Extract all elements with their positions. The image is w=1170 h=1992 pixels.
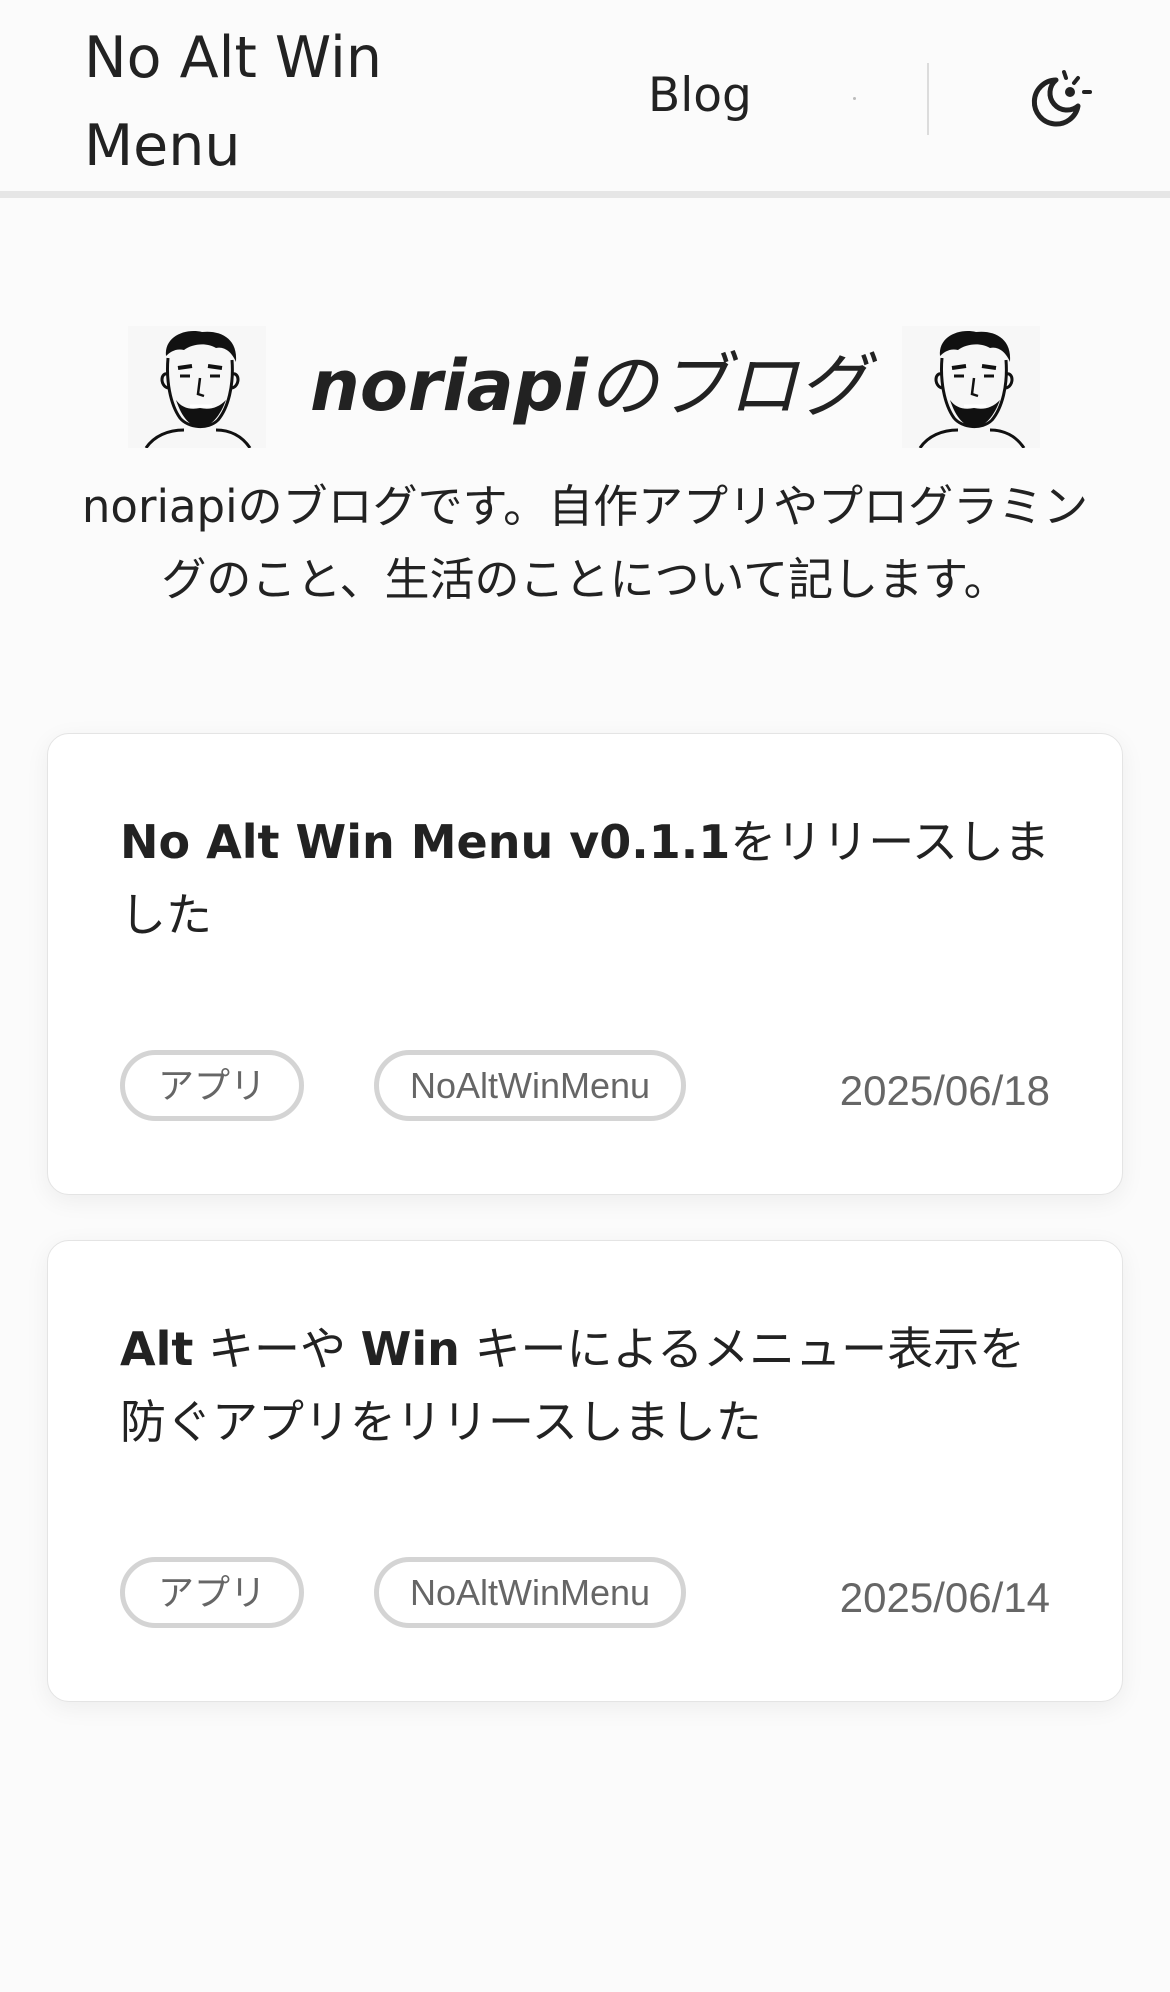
post-title[interactable]: No Alt Win Menu v0.1.1をリリースしました xyxy=(120,806,1060,952)
site-title-link[interactable]: No Alt Win Menu xyxy=(84,14,444,190)
blog-heading-jp: のブログ xyxy=(587,345,868,427)
post-title-bold: No Alt Win Menu v0.1.1 xyxy=(120,815,731,869)
nav-separator-dot xyxy=(853,97,856,100)
blog-heading: noriapiのブログ xyxy=(310,336,870,436)
nav-blog-link[interactable]: Blog xyxy=(648,66,752,126)
tag-chip[interactable]: アプリ xyxy=(120,1050,304,1121)
post-date: 2025/06/14 xyxy=(839,1574,1050,1621)
avatar-left xyxy=(128,326,266,449)
sketch-face-avatar-icon xyxy=(128,326,266,449)
avatar-right xyxy=(902,326,1040,449)
tag-chip[interactable]: NoAltWinMenu xyxy=(374,1050,686,1121)
post-title-text: キーや xyxy=(193,1322,361,1376)
hero: noriapiのブログ xyxy=(0,326,1170,449)
blog-description: noriapiのブログです。自作アプリやプログラミングのこと、生活のことについて… xyxy=(81,480,1089,606)
post-title-bold: Alt xyxy=(120,1322,194,1376)
post-card[interactable]: No Alt Win Menu v0.1.1をリリースしました アプリ NoAl… xyxy=(47,733,1123,1195)
sketch-face-avatar-icon xyxy=(902,326,1040,449)
post-date: 2025/06/18 xyxy=(839,1067,1050,1114)
tag-chip[interactable]: アプリ xyxy=(120,1557,304,1628)
post-title[interactable]: Alt キーや Win キーによるメニュー表示を防ぐアプリをリリースしました xyxy=(120,1313,1060,1459)
theme-toggle-moon-sun-icon[interactable] xyxy=(1026,66,1092,132)
post-title-bold: Win xyxy=(360,1322,460,1376)
tag-chip[interactable]: NoAltWinMenu xyxy=(374,1557,686,1628)
blog-heading-latin: noriapi xyxy=(310,345,588,427)
moon-sun-icon xyxy=(1031,70,1092,127)
post-card[interactable]: Alt キーや Win キーによるメニュー表示を防ぐアプリをリリースしました ア… xyxy=(47,1240,1123,1702)
nav-divider xyxy=(927,63,929,135)
site-header: No Alt Win Menu Blog xyxy=(0,0,1170,198)
